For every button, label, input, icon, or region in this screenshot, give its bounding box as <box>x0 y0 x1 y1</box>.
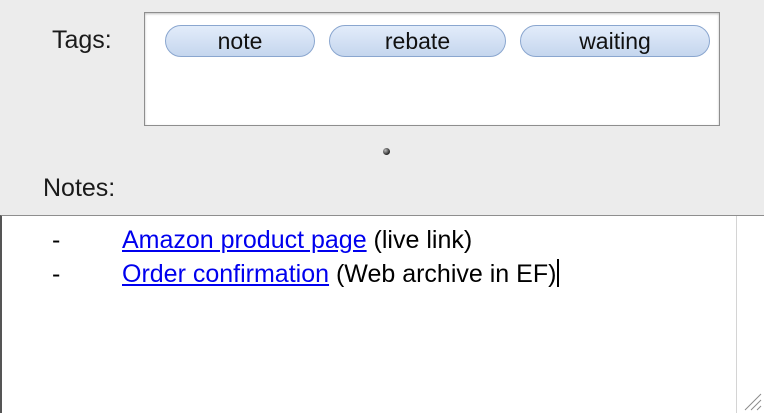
splitter-dot-icon[interactable] <box>383 148 390 155</box>
note-suffix: (live link) <box>366 226 473 254</box>
notes-text-area[interactable]: - Amazon product page (live link) - Order … <box>0 215 764 413</box>
note-line: - Order confirmation (Web archive in EF) <box>52 259 560 289</box>
tag-waiting[interactable]: waiting <box>520 25 710 57</box>
notes-scroll-gutter[interactable] <box>736 216 764 413</box>
tags-field[interactable]: note rebate waiting <box>144 12 720 126</box>
note-line: - Amazon product page (live link) <box>52 226 472 255</box>
note-bullet: - <box>52 226 61 254</box>
resize-grip-icon[interactable] <box>740 389 762 411</box>
order-confirmation-link[interactable]: Order confirmation <box>122 260 329 288</box>
note-suffix: (Web archive in EF) <box>329 260 557 288</box>
notes-label: Notes: <box>43 174 116 202</box>
tags-label: Tags: <box>52 26 112 54</box>
note-info-panel: Tags: note rebate waiting Notes: - Amazon… <box>0 0 764 413</box>
note-bullet: - <box>52 260 61 288</box>
tag-rebate[interactable]: rebate <box>329 25 506 57</box>
tag-note[interactable]: note <box>165 25 315 57</box>
amazon-product-page-link[interactable]: Amazon product page <box>122 226 367 254</box>
text-caret <box>557 259 560 287</box>
